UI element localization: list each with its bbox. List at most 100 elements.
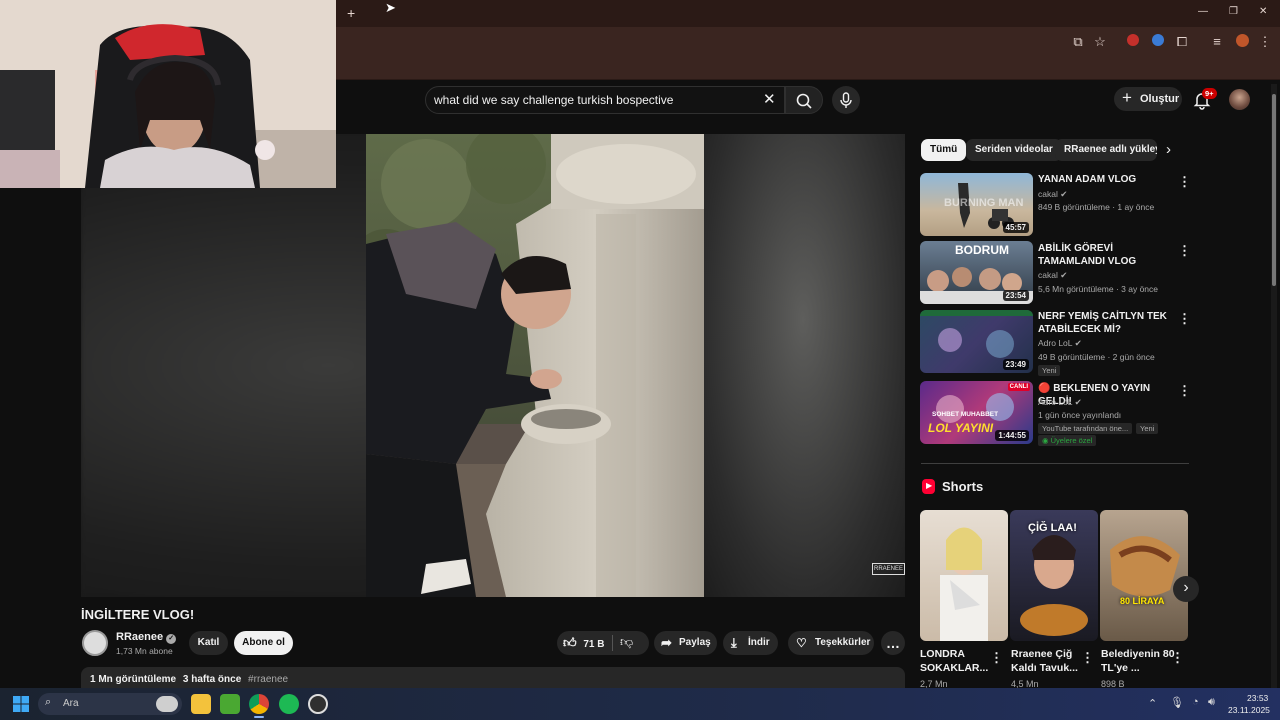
short-menu-icon-2[interactable]: ⋮	[1081, 650, 1094, 666]
short-thumbnail-2[interactable]: ÇİĞ LAA!	[1010, 510, 1098, 641]
volume-icon[interactable]: 🔊︎	[1208, 696, 1215, 709]
sidebar-divider	[921, 463, 1189, 464]
rec-thumbnail-2[interactable]: BODRUM 23:54	[920, 241, 1033, 304]
wifi-icon[interactable]: ◔	[1192, 696, 1199, 708]
thanks-button[interactable]: ♡ Teşekkürler	[788, 631, 874, 655]
chip-uploader[interactable]: RRaenee adlı yükleyic	[1055, 139, 1157, 161]
rec-menu-icon-4[interactable]: ⋮	[1178, 383, 1191, 399]
rec-duration-3: 23:49	[1002, 359, 1029, 370]
download-label: İndir	[748, 637, 770, 648]
short-thumbnail-3[interactable]: 80 LİRAYA	[1100, 510, 1188, 641]
channel-avatar[interactable]	[82, 630, 108, 656]
channel-name-text: RRaenee	[116, 631, 164, 643]
close-window-button[interactable]: ✕	[1259, 6, 1267, 17]
chrome-icon[interactable]	[249, 694, 269, 714]
channel-watermark[interactable]: RRAENEE	[872, 563, 906, 575]
voice-search-button[interactable]	[832, 86, 860, 114]
rec-title-1[interactable]: YANAN ADAM VLOG	[1038, 173, 1168, 186]
like-button[interactable]: 👍︎ 71 B	[563, 634, 605, 654]
short-title-2[interactable]: Rraenee Çiğ Kaldı Tavuk...	[1011, 647, 1086, 675]
rec-menu-icon-2[interactable]: ⋮	[1178, 243, 1191, 259]
minecraft-icon[interactable]	[220, 694, 240, 714]
subscribe-button[interactable]: Abone ol	[234, 631, 293, 655]
bookmark-star-icon[interactable]: ☆	[1092, 34, 1108, 50]
clock-date[interactable]: 23.11.2025	[1228, 705, 1270, 715]
chip-series-label: Seriden videolar	[975, 144, 1053, 155]
maximize-button[interactable]: ❐	[1229, 6, 1238, 17]
rec-menu-icon-3[interactable]: ⋮	[1178, 311, 1191, 327]
video-frame	[366, 134, 704, 597]
short-title-1[interactable]: LONDRA SOKAKLAR...	[920, 647, 995, 675]
minimize-button[interactable]: —	[1198, 6, 1208, 17]
tray-overflow-icon[interactable]: ⌃	[1148, 697, 1157, 710]
rec-channel-1[interactable]: cakal ✔	[1038, 189, 1067, 200]
rec-channel-3[interactable]: Adro LoL ✔	[1038, 338, 1082, 349]
windows-start-icon[interactable]	[13, 696, 29, 712]
taskbar-search-label: Ara	[63, 698, 79, 709]
short-menu-icon-3[interactable]: ⋮	[1171, 650, 1184, 666]
new-tab-button[interactable]: +	[347, 5, 355, 21]
chips-next-icon[interactable]: ›	[1166, 141, 1171, 158]
rec-title-3[interactable]: NERF YEMİŞ CAİTLYN TEK ATABİLECEK Mİ?	[1038, 310, 1168, 336]
search-icon: ⌕	[45, 696, 52, 708]
more-actions-button[interactable]: …	[881, 631, 905, 655]
cast-icon[interactable]: ⧉	[1070, 34, 1086, 50]
microphone-tray-icon[interactable]: 🎙︎	[1170, 696, 1184, 709]
clear-search-icon[interactable]: ✕	[763, 90, 776, 108]
view-count: 1 Mn görüntüleme	[90, 674, 177, 685]
rec-new-badge-4: Yeni	[1136, 423, 1159, 434]
account-avatar[interactable]	[1229, 89, 1250, 110]
file-explorer-icon[interactable]	[191, 694, 211, 714]
taskbar-search[interactable]: ⌕ Ara	[38, 693, 182, 715]
rec-thumbnail-3[interactable]: 23:49	[920, 310, 1033, 373]
rec-channel-4[interactable]: Adro LoL ✔	[1038, 397, 1082, 408]
shorts-next-button[interactable]: ›	[1173, 576, 1199, 602]
share-icon: ➦	[661, 635, 672, 650]
share-button[interactable]: ➦ Paylaş	[654, 631, 717, 655]
channel-name[interactable]: RRaenee ✓	[116, 631, 177, 644]
short-title-3[interactable]: Belediyenin 80 TL'ye ...	[1101, 647, 1176, 675]
profile-icon[interactable]	[1234, 34, 1250, 51]
rec-channel-2[interactable]: cakal ✔	[1038, 270, 1067, 281]
vpn-extension-icon[interactable]	[1150, 34, 1166, 50]
short-menu-icon-1[interactable]: ⋮	[990, 650, 1003, 666]
short-thumbnail-1[interactable]	[920, 510, 1008, 641]
puzzle-icon[interactable]: ⧠	[1174, 34, 1190, 50]
webcam-overlay	[0, 0, 336, 188]
rec-menu-icon-1[interactable]: ⋮	[1178, 174, 1191, 190]
chip-series[interactable]: Seriden videolar	[966, 139, 1062, 161]
rec-title-2[interactable]: ABİLİK GÖREVİ TAMAMLANDI VLOG	[1038, 242, 1168, 268]
page-scrollbar-thumb[interactable]	[1272, 94, 1276, 286]
join-button[interactable]: Katıl	[189, 631, 228, 655]
short-thumb-text-2: ÇİĞ LAA!	[1028, 522, 1077, 534]
chip-all[interactable]: Tümü	[921, 139, 967, 161]
rec-channel-name-1: cakal	[1038, 189, 1058, 199]
create-button[interactable]: + Oluştur	[1114, 87, 1182, 111]
rec-thumb-text-2: BODRUM	[955, 243, 1009, 257]
rec-channel-name-4: Adro LoL	[1038, 397, 1073, 407]
plus-icon: +	[1122, 88, 1132, 107]
obs-icon[interactable]	[308, 694, 328, 714]
hashtag-link[interactable]: #rraenee	[248, 674, 288, 685]
media-icon[interactable]: ≡	[1209, 34, 1225, 50]
shorts-logo-icon: ▶	[922, 479, 935, 494]
like-divider	[612, 635, 613, 651]
dislike-button[interactable]: 👎︎	[620, 634, 633, 650]
rec-thumb-text-4b: SOHBET MUHABBET	[932, 411, 999, 418]
search-button[interactable]	[785, 86, 823, 114]
menu-icon[interactable]: ⋮	[1257, 34, 1273, 50]
notifications-button[interactable]: 9+	[1192, 88, 1217, 110]
shorts-heading: Shorts	[942, 479, 984, 494]
subscriber-count: 1,73 Mn abone	[116, 646, 173, 656]
search-highlight-icon	[156, 696, 178, 712]
clock-time[interactable]: 23:53	[1247, 693, 1268, 703]
rec-new-badge-3: Yeni	[1038, 365, 1061, 376]
rec-thumbnail-4[interactable]: CANLI SOHBET MUHABBET LOL YAYINI 1:44:55	[920, 381, 1033, 444]
extension-icon[interactable]	[1125, 34, 1141, 50]
description-meta: 1 Mn görüntüleme 3 hafta önce #rraenee	[90, 674, 288, 685]
download-button[interactable]: ⤓ İndir	[723, 631, 778, 655]
rec-thumbnail-1[interactable]: BURNING MAN 45:57	[920, 173, 1033, 236]
share-label: Paylaş	[679, 637, 711, 648]
rec-meta-1: 849 B görüntüleme · 1 ay önce	[1038, 202, 1155, 212]
spotify-icon[interactable]	[279, 694, 299, 714]
